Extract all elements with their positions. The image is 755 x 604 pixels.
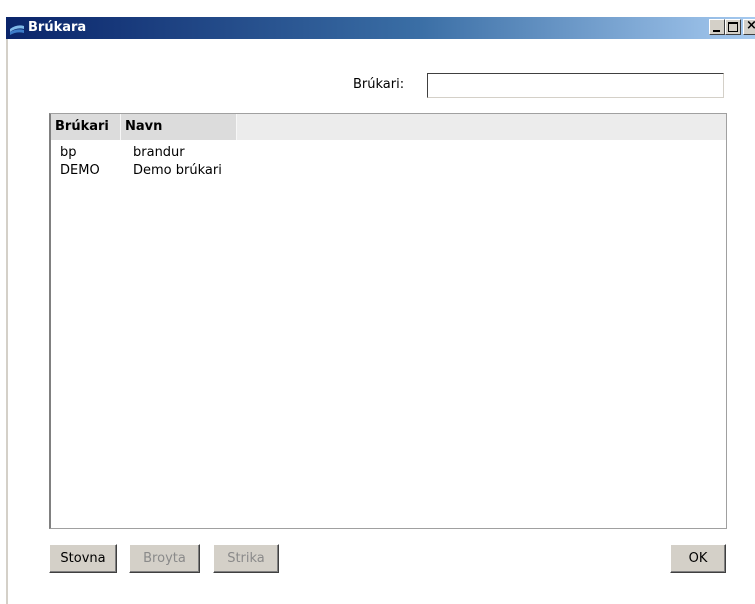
table-row[interactable]: bp brandur bbox=[51, 144, 726, 162]
ok-button[interactable]: OK bbox=[670, 544, 726, 573]
close-button[interactable]: × bbox=[743, 18, 755, 35]
maximize-button[interactable] bbox=[725, 19, 741, 35]
column-header-name[interactable]: Navn bbox=[121, 114, 237, 140]
table-header: Brúkari Navn bbox=[51, 114, 726, 140]
minimize-button[interactable] bbox=[709, 19, 725, 35]
cell-name: Demo brúkari bbox=[133, 163, 222, 178]
cell-name: brandur bbox=[133, 145, 185, 160]
cell-user: DEMO bbox=[60, 163, 100, 178]
app-icon bbox=[10, 25, 24, 35]
user-field-label: Brúkari: bbox=[353, 77, 405, 92]
title-bar[interactable]: Brúkara × bbox=[6, 17, 755, 39]
users-table[interactable]: Brúkari Navn bp brandur DEMO Demo brúkar… bbox=[49, 113, 727, 529]
delete-button[interactable]: Strika bbox=[213, 544, 279, 573]
user-search-input[interactable] bbox=[427, 73, 724, 98]
close-icon: × bbox=[746, 18, 755, 33]
table-row[interactable]: DEMO Demo brúkari bbox=[51, 162, 726, 180]
edit-button[interactable]: Broyta bbox=[129, 544, 200, 573]
window-title: Brúkara bbox=[28, 20, 87, 35]
create-button[interactable]: Stovna bbox=[49, 544, 117, 573]
column-header-user[interactable]: Brúkari bbox=[51, 114, 121, 140]
cell-user: bp bbox=[60, 145, 77, 160]
